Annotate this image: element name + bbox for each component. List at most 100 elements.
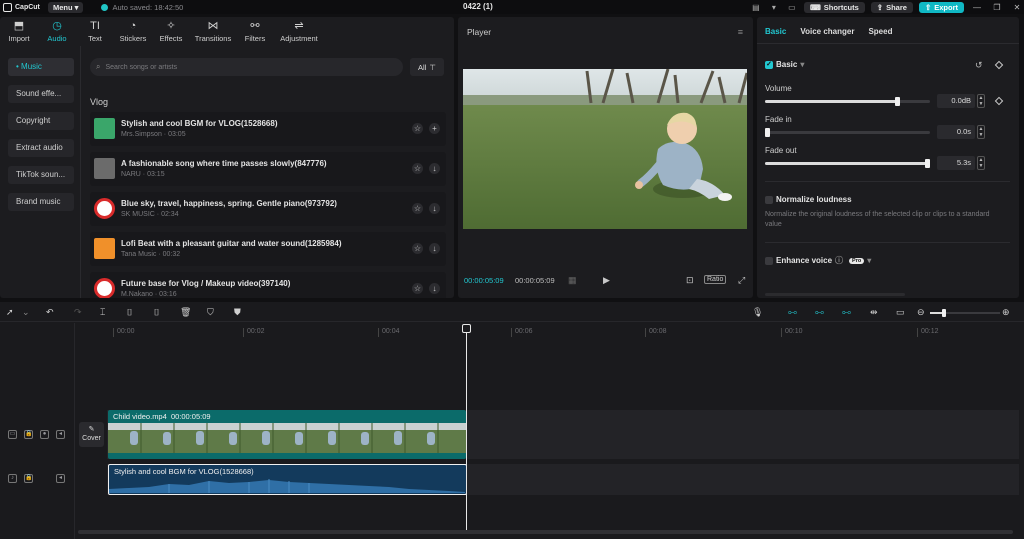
- tab-transitions[interactable]: ⋈ Transitions: [190, 17, 236, 46]
- chevron-down-icon[interactable]: ▾: [768, 2, 780, 12]
- linkage-icon[interactable]: ⧟: [842, 306, 851, 318]
- search-bar[interactable]: ⌕: [90, 58, 403, 76]
- shield-icon[interactable]: ⛊: [234, 306, 241, 318]
- mask-icon[interactable]: ⛉: [207, 306, 214, 318]
- tab-speed[interactable]: Speed: [868, 27, 892, 36]
- tab-import[interactable]: ⬒ Import: [0, 17, 38, 46]
- trim-left-icon[interactable]: ⌷: [127, 306, 132, 318]
- volume-value[interactable]: 0.0dB: [937, 94, 975, 108]
- minimize-icon[interactable]: —: [970, 3, 984, 12]
- zoom-slider[interactable]: [930, 309, 1000, 317]
- category-music[interactable]: • Music: [8, 58, 74, 76]
- list-item[interactable]: Blue sky, travel, happiness, spring. Gen…: [90, 192, 446, 226]
- zoom-out-icon[interactable]: ⊖: [917, 306, 925, 318]
- tab-text[interactable]: TI Text: [76, 17, 114, 46]
- list-item[interactable]: Stylish and cool BGM for VLOG(1528668) M…: [90, 112, 446, 146]
- tab-filters[interactable]: ⚯ Filters: [236, 17, 274, 46]
- zoom-in-icon[interactable]: ⊕: [1002, 306, 1010, 318]
- normalize-loudness-toggle[interactable]: Normalize loudness: [765, 195, 852, 204]
- close-icon[interactable]: ✕: [1010, 3, 1024, 12]
- add-icon[interactable]: +: [429, 123, 440, 134]
- menu-button[interactable]: Menu ▾: [48, 1, 84, 13]
- fit-icon[interactable]: ⊡: [686, 275, 694, 286]
- time-ruler[interactable]: 00:00 00:02 00:04 00:06 00:08 00:10 00:1…: [75, 323, 1024, 337]
- fade-in-stepper[interactable]: ▲ ▼: [977, 125, 985, 139]
- split-icon[interactable]: ⌶: [100, 306, 105, 318]
- reset-icon[interactable]: ↺: [975, 60, 983, 71]
- list-item[interactable]: Future base for Vlog / Makeup video(3971…: [90, 272, 446, 298]
- delete-icon[interactable]: 🗑: [180, 306, 191, 318]
- fullscreen-icon[interactable]: ⤢: [738, 275, 745, 286]
- tab-effects[interactable]: ✧ Effects: [152, 17, 190, 46]
- keyframe-icon[interactable]: [994, 96, 1004, 106]
- hamburger-icon[interactable]: ≡: [738, 27, 743, 37]
- download-icon[interactable]: ↓: [429, 243, 440, 254]
- download-icon[interactable]: ↓: [429, 283, 440, 294]
- timeline-scrollbar[interactable]: [78, 530, 1013, 534]
- fade-out-slider-handle[interactable]: [925, 159, 930, 168]
- cover-button[interactable]: ✎ Cover: [79, 422, 104, 447]
- search-input[interactable]: [105, 63, 386, 71]
- audio-clip[interactable]: Stylish and cool BGM for VLOG(1528668): [108, 464, 467, 495]
- play-icon[interactable]: ▶: [603, 275, 610, 286]
- monitor-icon[interactable]: ▭: [786, 2, 798, 12]
- fade-in-value[interactable]: 0.0s: [937, 125, 975, 139]
- fade-in-slider[interactable]: [765, 128, 930, 137]
- redo-icon[interactable]: ↷: [74, 306, 82, 318]
- fade-out-stepper[interactable]: ▲ ▼: [977, 156, 985, 170]
- ratio-button[interactable]: Ratio: [704, 275, 727, 284]
- favorite-icon[interactable]: ☆: [412, 163, 423, 174]
- category-copyright[interactable]: Copyright: [8, 112, 74, 130]
- microphone-icon[interactable]: 🎙: [752, 306, 763, 318]
- magnet-icon[interactable]: ⧟: [815, 306, 824, 318]
- enhance-voice-toggle[interactable]: Enhance voice ⓘ Pro ▾: [765, 255, 871, 266]
- tab-voice-changer[interactable]: Voice changer: [800, 27, 854, 36]
- download-icon[interactable]: ↓: [429, 203, 440, 214]
- video-preview[interactable]: [463, 69, 747, 229]
- align-icon[interactable]: ⇹: [870, 306, 878, 318]
- keyframe-icon[interactable]: [994, 60, 1004, 70]
- download-icon[interactable]: ↓: [429, 163, 440, 174]
- filter-dropdown[interactable]: All ⊤: [410, 58, 444, 76]
- tab-adjustment[interactable]: ⇌ Adjustment: [274, 17, 324, 46]
- favorite-icon[interactable]: ☆: [412, 283, 423, 294]
- select-tool-icon[interactable]: ➚: [6, 306, 14, 318]
- playhead-line[interactable]: [466, 332, 467, 532]
- preview-axis-icon[interactable]: ▭: [896, 306, 905, 318]
- grid-icon[interactable]: ▦: [568, 275, 577, 286]
- restore-icon[interactable]: ❐: [990, 3, 1004, 12]
- eye-icon[interactable]: ●: [40, 430, 49, 439]
- shortcuts-button[interactable]: ⌨ Shortcuts: [803, 1, 865, 13]
- volume-stepper[interactable]: ▲ ▼: [977, 94, 985, 108]
- lock-icon[interactable]: 🔒: [24, 430, 33, 439]
- favorite-icon[interactable]: ☆: [412, 123, 423, 134]
- category-extract-audio[interactable]: Extract audio: [8, 139, 74, 157]
- list-item[interactable]: Lofi Beat with a pleasant guitar and wat…: [90, 232, 446, 266]
- list-item[interactable]: A fashionable song where time passes slo…: [90, 152, 446, 186]
- zoom-slider-handle[interactable]: [942, 309, 946, 317]
- lock-icon[interactable]: 🔒: [24, 474, 33, 483]
- favorite-icon[interactable]: ☆: [412, 203, 423, 214]
- fade-out-value[interactable]: 5.3s: [937, 156, 975, 170]
- speaker-icon[interactable]: ◂: [56, 474, 65, 483]
- export-button[interactable]: ⇧ Export: [918, 1, 964, 13]
- category-sound-effects[interactable]: Sound effe...: [8, 85, 74, 103]
- chevron-down-icon[interactable]: ⌄: [22, 306, 30, 318]
- tab-stickers[interactable]: ◔ Stickers: [114, 17, 152, 46]
- volume-slider[interactable]: [765, 97, 930, 106]
- fade-in-slider-handle[interactable]: [765, 128, 770, 137]
- share-button[interactable]: ⇪ Share: [870, 1, 913, 13]
- trim-right-icon[interactable]: ⌷: [154, 306, 159, 318]
- tab-audio[interactable]: ◷ Audio: [38, 17, 76, 46]
- layout-icon[interactable]: ▤: [750, 2, 762, 12]
- playhead-handle[interactable]: [462, 324, 471, 333]
- basic-section-toggle[interactable]: ✓ Basic ▾: [765, 60, 804, 69]
- favorite-icon[interactable]: ☆: [412, 243, 423, 254]
- volume-slider-handle[interactable]: [895, 97, 900, 106]
- video-clip[interactable]: Child video.mp4 00:00:05:09: [108, 410, 466, 459]
- category-brand-music[interactable]: Brand music: [8, 193, 74, 211]
- undo-icon[interactable]: ↶: [46, 306, 54, 318]
- fade-out-slider[interactable]: [765, 159, 930, 168]
- category-tiktok-sounds[interactable]: TikTok soun...: [8, 166, 74, 184]
- tab-basic[interactable]: Basic: [765, 27, 786, 36]
